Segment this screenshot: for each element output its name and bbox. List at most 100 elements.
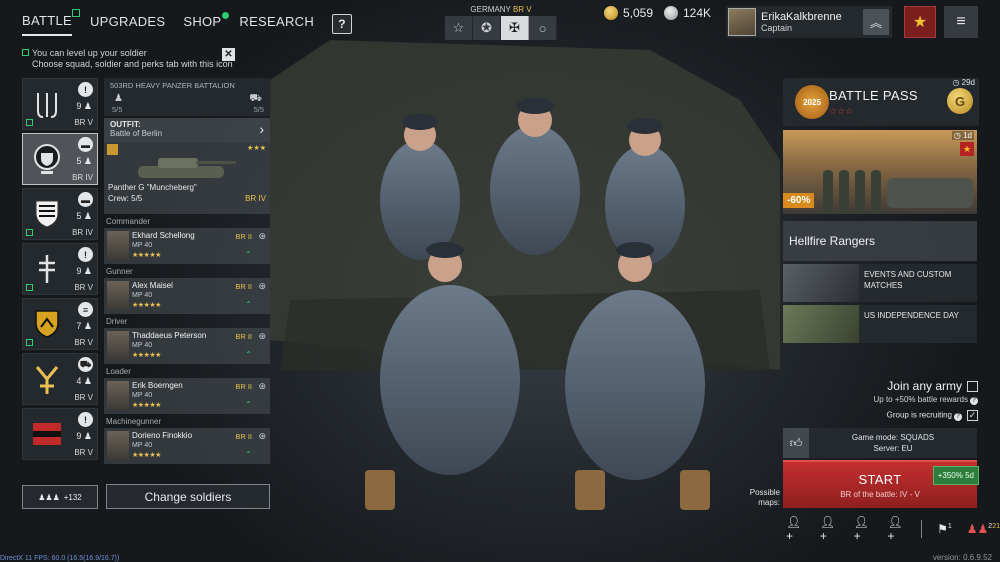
battle-pass-stars: ☆☆☆ (829, 106, 854, 116)
event-card[interactable]: EVENTS AND CUSTOM MATCHES (783, 264, 977, 302)
outfit-label: OUTFIT: (110, 120, 141, 129)
soldier-weapon: MP 40 (132, 442, 153, 449)
promo-tank-image (887, 178, 973, 208)
tab-battle[interactable]: BATTLE (22, 8, 80, 36)
soldier-name: Dorieno Finokkio (132, 431, 193, 440)
squad-item[interactable]: ! 9 ♟ BR V (22, 408, 98, 460)
circle-icon[interactable]: ○ (529, 16, 557, 40)
join-sub: Up to +50% battle rewards (873, 395, 969, 404)
upgrade-arrow-icon: ⌃ (245, 350, 252, 359)
yellow-shield-icon (27, 304, 67, 344)
soldier-card[interactable]: Ekhard Schellong MP 40 ★★★★★ BR II ⊛ ⌃ (104, 228, 270, 264)
soldier-icon: ♟ (114, 93, 123, 104)
squad-item[interactable]: ⛟ 4 ♟ BR V (22, 353, 98, 405)
info-icon[interactable]: ? (954, 412, 962, 421)
new-indicator (71, 8, 80, 17)
role-label: Gunner (106, 267, 133, 276)
anchor-icon (27, 84, 67, 124)
boost-badge[interactable]: +350% 5d (932, 466, 979, 485)
version-label: version: 0.6.9.52 (932, 553, 992, 562)
rune-icon (27, 249, 67, 289)
steering-wheel-icon: ⊛ (258, 281, 266, 291)
invite-player-icon[interactable]: 👤︎+ (887, 515, 906, 543)
event-card[interactable]: US INDEPENDENCE DAY (783, 305, 977, 343)
soldier-br: BR II (235, 282, 252, 291)
tab-upgrades[interactable]: UPGRADES (90, 14, 165, 35)
tab-shop[interactable]: SHOP (183, 11, 230, 35)
tank-icon (138, 158, 236, 178)
silver-balance[interactable]: 124K (664, 6, 711, 20)
medal-star-icon[interactable]: ★ (904, 6, 936, 38)
outfit-value: Battle of Berlin (110, 129, 163, 138)
hint-close-button[interactable]: ✕ (222, 48, 235, 61)
soldier-card[interactable]: Thaddaeus Peterson MP 40 ★★★★★ BR II ⊛ ⌃ (104, 328, 270, 364)
battle-pass-card[interactable]: 2025 BATTLE PASS ☆☆☆ G ◷ 29d (783, 78, 979, 126)
promo-soldier-image (855, 170, 865, 214)
soldier-portrait (107, 331, 129, 360)
promo-banner[interactable]: ◷ 1d ★ -60% (783, 130, 977, 214)
soldier-br: BR II (235, 232, 252, 241)
game-mode-panel[interactable]: 👍︎ Game mode: SQUADS Server: EU (783, 428, 977, 458)
vehicle-card[interactable]: ★★★ Panther G "Muncheberg" Crew: 5/5 BR … (104, 142, 270, 214)
invite-player-icon[interactable]: 👤︎+ (854, 515, 873, 543)
outfit-selector[interactable]: OUTFIT: Battle of Berlin › (104, 118, 270, 142)
soldier-stars: ★★★★★ (132, 352, 161, 359)
soldier-stars: ★★★★★ (132, 402, 161, 409)
flag-icon[interactable]: ⚑1 (937, 522, 952, 536)
menu-button[interactable]: ≡ (944, 6, 978, 38)
info-icon[interactable]: ? (970, 397, 978, 405)
game-mode: Game mode: SQUADS (851, 433, 935, 442)
fps-counter: DirectX 11 FPS: 60.0 (16.5(16.9/16.7)) (0, 555, 120, 562)
battle-pass-title: BATTLE PASS (829, 88, 918, 103)
vehicle-class-icon: ⛟ (78, 357, 93, 372)
squad-count: 9 ♟ (76, 101, 92, 111)
divider (921, 520, 923, 538)
promo-soldier-image (871, 170, 881, 214)
tier-header: GERMANY BR V (445, 5, 557, 14)
squad-count: 7 ♟ (76, 321, 92, 331)
soldier-card[interactable]: Dorieno Finokkio MP 40 ★★★★★ BR II ⊛ ⌃ (104, 428, 270, 464)
tab-shop-label: SHOP (183, 13, 222, 29)
ready-icon (26, 229, 33, 236)
reserve-button[interactable]: ♟♟♟ +132 (22, 485, 98, 509)
promo-days: ◷ 1d (951, 131, 974, 140)
profile-card[interactable]: ErikaKalkbrenne Captain ︽ (726, 6, 892, 38)
gold-balance[interactable]: 5,059 (604, 6, 653, 20)
role-label: Commander (106, 217, 151, 226)
iron-cross-icon[interactable]: ✠ (501, 16, 529, 40)
join-army-checkbox[interactable] (967, 381, 978, 393)
vehicle-name: Panther G "Muncheberg" (108, 183, 197, 192)
star-circle-icon[interactable]: ✪ (473, 16, 501, 40)
thumbs-up-icon[interactable]: 👍︎ (783, 428, 809, 458)
vehicle-br: BR IV (245, 194, 266, 203)
squad-item[interactable]: ▬ 5 ♟ BR IV (22, 133, 98, 185)
recruiting-checkbox[interactable]: ✓ (967, 410, 978, 421)
party-icon[interactable]: ♟♟221 (967, 522, 1000, 536)
squad-item[interactable]: ▬ 5 ♟ BR IV (22, 188, 98, 240)
squad-item[interactable]: ! 9 ♟ BR V (22, 78, 98, 130)
promo-title[interactable]: Hellfire Rangers (783, 221, 977, 261)
star-outline-icon[interactable]: ☆ (445, 16, 473, 40)
notification-dot (222, 11, 230, 19)
invite-player-icon[interactable]: 👤︎+ (786, 515, 805, 543)
soldier-card[interactable]: Erik Boerngen MP 40 ★★★★★ BR II ⊛ ⌃ (104, 378, 270, 414)
soldier-slots: 5/5 (112, 105, 123, 114)
player-rank: Captain (761, 23, 793, 33)
hint-line1: You can level up your soldier (32, 48, 147, 58)
start-br: BR of the battle: IV - V (840, 490, 920, 499)
promo-soldier-image (823, 170, 833, 214)
start-button[interactable]: START BR of the battle: IV - V +350% 5d (783, 460, 979, 508)
ready-icon (26, 284, 33, 291)
invite-player-icon[interactable]: 👤︎+ (820, 515, 839, 543)
tab-research[interactable]: RESEARCH (239, 14, 314, 35)
class-info-icon: ! (78, 247, 93, 262)
help-button[interactable]: ? (332, 14, 353, 34)
squad-item[interactable]: ≡ 7 ♟ BR V (22, 298, 98, 350)
hint-line2: Choose squad, soldier and perks tab with… (32, 59, 233, 69)
soldier-card[interactable]: Alex Maisel MP 40 ★★★★★ BR II ⊛ ⌃ (104, 278, 270, 314)
squad-item[interactable]: ! 9 ♟ BR V (22, 243, 98, 295)
list-class-icon: ≡ (78, 302, 93, 317)
squad-br: BR IV (72, 228, 93, 237)
player-name: ErikaKalkbrenne (761, 11, 842, 23)
change-soldiers-button[interactable]: Change soldiers (106, 484, 270, 509)
